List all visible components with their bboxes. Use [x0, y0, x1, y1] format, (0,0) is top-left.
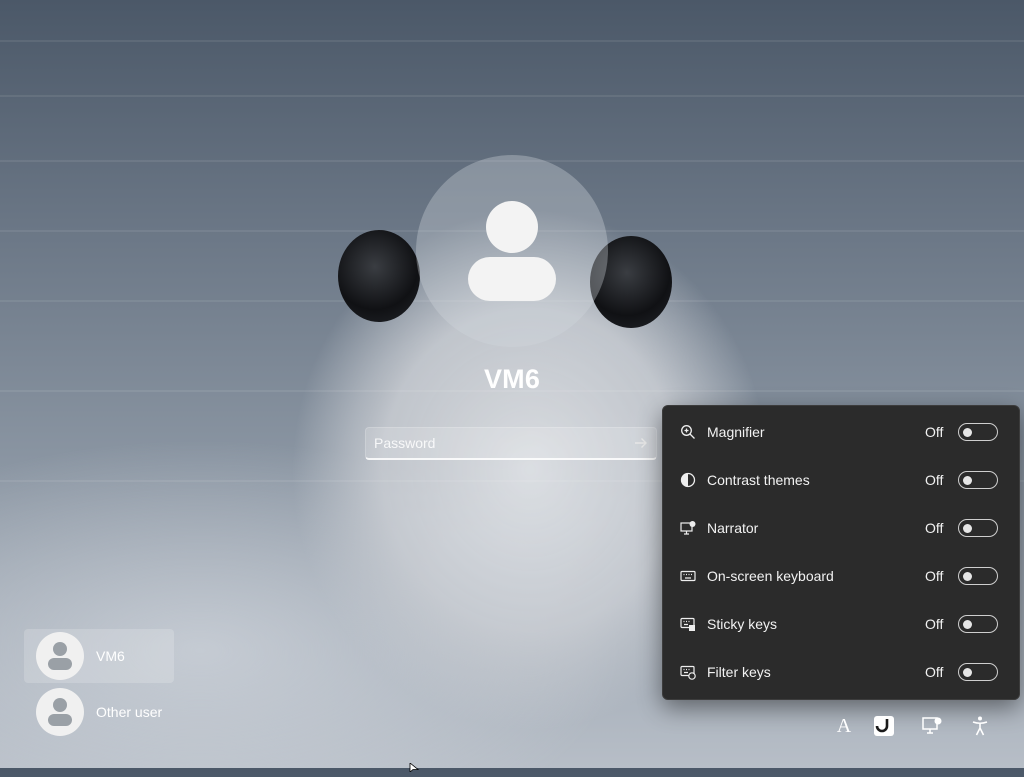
contrast-icon [679, 471, 697, 489]
keyboard-icon [679, 567, 697, 585]
password-input[interactable] [366, 434, 626, 452]
user-item-vm6[interactable]: VM6 [24, 629, 174, 683]
filter-keys-icon [679, 663, 697, 681]
language-label: A [836, 714, 852, 737]
accessibility-item-state: Off [925, 568, 944, 584]
accessibility-item-label: Contrast themes [707, 472, 810, 488]
narrator-icon [679, 519, 697, 537]
accessibility-item-label: Filter keys [707, 664, 771, 680]
display-icon[interactable] [918, 712, 946, 740]
accessibility-item-state: Off [925, 664, 944, 680]
contrast-themes-toggle[interactable] [958, 471, 998, 489]
sticky-keys-icon [679, 615, 697, 633]
narrator-toggle[interactable] [958, 519, 998, 537]
accessibility-item-label: On-screen keyboard [707, 568, 834, 584]
accessibility-item-label: Narrator [707, 520, 759, 536]
accessibility-item-state: Off [925, 472, 944, 488]
accessibility-item-state: Off [925, 424, 944, 440]
magnifier-toggle[interactable] [958, 423, 998, 441]
user-list: VM6 Other user [24, 629, 174, 741]
user-item-other-user[interactable]: Other user [24, 685, 174, 739]
accessibility-item-sticky-keys[interactable]: Sticky keys Off [663, 600, 1019, 648]
accessibility-flyout: Magnifier Off Contrast themes Off Narrat… [662, 405, 1020, 700]
accessibility-item-state: Off [925, 616, 944, 632]
password-field[interactable] [365, 427, 657, 460]
user-item-label: VM6 [96, 648, 125, 664]
user-item-label: Other user [96, 704, 163, 720]
accessibility-item-contrast-themes[interactable]: Contrast themes Off [663, 456, 1019, 504]
sticky-keys-toggle[interactable] [958, 615, 998, 633]
arrow-right-icon[interactable] [626, 428, 656, 458]
user-avatar-large [416, 155, 608, 347]
avatar [36, 632, 84, 680]
avatar [36, 688, 84, 736]
accessibility-item-narrator[interactable]: Narrator Off [663, 504, 1019, 552]
accessibility-item-label: Sticky keys [707, 616, 778, 632]
language-icon[interactable]: A [830, 712, 858, 740]
mouse-cursor [409, 759, 420, 777]
network-icon[interactable] [870, 712, 898, 740]
accessibility-item-on-screen-keyboard[interactable]: On-screen keyboard Off [663, 552, 1019, 600]
accessibility-item-label: Magnifier [707, 424, 765, 440]
accessibility-item-state: Off [925, 520, 944, 536]
on-screen-keyboard-toggle[interactable] [958, 567, 998, 585]
login-username: VM6 [483, 364, 541, 394]
accessibility-item-magnifier[interactable]: Magnifier Off [663, 408, 1019, 456]
seal-eye-left [338, 230, 420, 322]
filter-keys-toggle[interactable] [958, 663, 998, 681]
accessibility-icon[interactable] [966, 712, 994, 740]
magnifier-icon [679, 423, 697, 441]
accessibility-item-filter-keys[interactable]: Filter keys Off [663, 648, 1019, 696]
